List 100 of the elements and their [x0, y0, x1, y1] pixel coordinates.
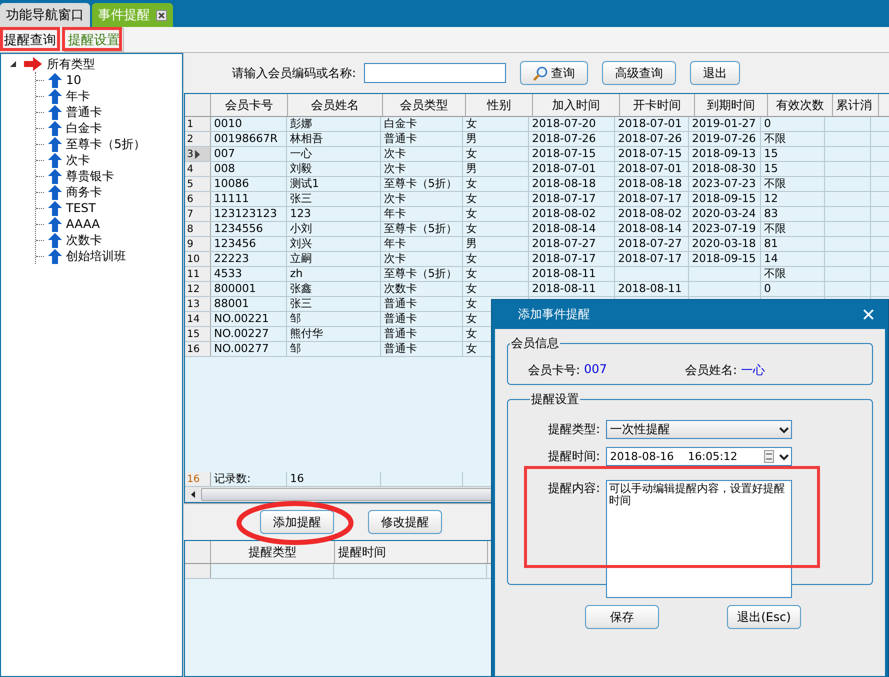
table-cell: 女	[466, 207, 477, 220]
table-cell: 15	[764, 162, 778, 175]
table-cell: 测试1	[290, 177, 319, 190]
table-cell: 2018-07-17	[532, 192, 596, 205]
table-cell: zh	[290, 267, 303, 280]
table-cell: 女	[466, 282, 477, 295]
table-cell: 男	[466, 237, 477, 250]
table-cell: 81	[764, 237, 778, 250]
table-cell: 普通卡	[384, 342, 417, 355]
row-header: 16	[187, 474, 200, 484]
table-cell: 123456	[214, 237, 256, 250]
table-cell: 2018-08-02	[532, 207, 596, 220]
table-cell: 10086	[214, 177, 249, 190]
table-cell: 白金卡	[384, 117, 417, 130]
table-cell: 12	[764, 192, 778, 205]
table-cell: 女	[466, 327, 477, 340]
table-cell: 男	[466, 162, 477, 175]
table-cell: 14	[764, 252, 778, 265]
table-cell: NO.00227	[214, 327, 269, 340]
table-cell: 女	[466, 312, 477, 325]
table-cell: 彭娜	[290, 117, 312, 130]
table-cell: 2018-07-26	[532, 132, 596, 145]
table-cell: 女	[466, 267, 477, 280]
table-cell: 2018-07-27	[532, 237, 596, 250]
table-cell: 2018-07-26	[618, 132, 682, 145]
table-cell: 刘毅	[290, 162, 312, 175]
table-cell: 2018-07-01	[618, 117, 682, 130]
table-cell: 2018-07-17	[532, 252, 596, 265]
table-cell: 2018-08-11	[532, 282, 596, 295]
table-cell: 女	[466, 117, 477, 130]
table-cell: 2018-07-15	[532, 147, 596, 160]
table-cell: 林相吾	[290, 132, 323, 145]
table-cell: 次数卡	[384, 282, 417, 295]
field-value: 007	[584, 362, 607, 378]
table-cell: 2019-01-27	[692, 117, 756, 130]
table-cell: 2018-07-17	[618, 192, 682, 205]
table-cell: 2018-09-15	[692, 192, 756, 205]
table-cell: 次卡	[384, 162, 406, 175]
table-cell: 88001	[214, 297, 249, 310]
table-cell: NO.00221	[214, 312, 269, 325]
table-cell: 普通卡	[384, 132, 417, 145]
table-cell: 008	[214, 162, 235, 175]
table-cell: 至尊卡（5折）	[384, 177, 457, 190]
table-cell: 007	[214, 147, 235, 160]
table-cell: 2018-07-01	[532, 162, 596, 175]
table-cell: 女	[466, 192, 477, 205]
table-cell: 小刘	[290, 222, 312, 235]
table-cell: 2018-08-02	[618, 207, 682, 220]
table-cell: 123	[290, 207, 311, 220]
table-cell: 普通卡	[384, 297, 417, 310]
table-cell: 年卡	[384, 207, 406, 220]
table-cell: 张鑫	[290, 282, 312, 295]
table-cell: 2018-07-01	[618, 162, 682, 175]
table-cell: 女	[466, 342, 477, 355]
table-cell: 不限	[764, 177, 786, 190]
table-cell: 立嗣	[290, 252, 312, 265]
table-cell: 2018-08-18	[618, 177, 682, 190]
table-cell: 2018-07-27	[618, 237, 682, 250]
table-cell: 至尊卡（5折）	[384, 267, 457, 280]
field-label: 会员卡号:	[528, 362, 580, 379]
table-cell: 0	[764, 282, 771, 295]
table-cell: 2018-07-20	[532, 117, 596, 130]
table-cell: 22223	[214, 252, 249, 265]
table-cell: 2018-08-11	[618, 282, 682, 295]
table-cell: 2018-08-11	[532, 267, 596, 280]
table-cell: 2020-03-24	[692, 207, 756, 220]
table-cell: 男	[466, 132, 477, 145]
table-cell: 普通卡	[384, 327, 417, 340]
table-cell: 不限	[764, 222, 786, 235]
table-cell: 年卡	[384, 237, 406, 250]
table-cell: 普通卡	[384, 312, 417, 325]
table-cell: 0	[764, 117, 771, 130]
table-cell: 熊付华	[290, 327, 323, 340]
table-cell: 张三	[290, 192, 312, 205]
table-cell: 至尊卡（5折）	[384, 222, 457, 235]
table-cell: NO.00277	[214, 342, 269, 355]
field-label: 提醒类型:	[546, 421, 600, 438]
table-cell: 邹	[290, 312, 301, 325]
table-cell: 2018-09-13	[692, 147, 756, 160]
table-cell: 2018-09-15	[692, 252, 756, 265]
field-label: 会员姓名:	[684, 362, 737, 379]
table-cell: 次卡	[384, 147, 406, 160]
table-cell: 次卡	[384, 252, 406, 265]
field-label: 提醒时间:	[546, 448, 600, 465]
table-cell: 1234556	[214, 222, 263, 235]
group-title: 提醒设置	[530, 391, 580, 408]
table-cell: 2018-07-17	[618, 252, 682, 265]
table-cell: 2020-03-18	[692, 237, 756, 250]
table-cell: 2018-08-14	[532, 222, 596, 235]
table-cell: 女	[466, 252, 477, 265]
table-cell: 11111	[214, 192, 249, 205]
table-cell: 2023-07-19	[692, 222, 756, 235]
table-cell: 0010	[214, 117, 242, 130]
table-cell: 2023-07-23	[692, 177, 756, 190]
table-cell: 刘兴	[290, 237, 312, 250]
table-cell: 不限	[764, 132, 786, 145]
record-count: 16	[290, 472, 304, 485]
dialog-title: 添加事件提醒	[518, 306, 590, 323]
table-cell: 2018-07-15	[618, 147, 682, 160]
table-cell: 女	[466, 297, 477, 310]
